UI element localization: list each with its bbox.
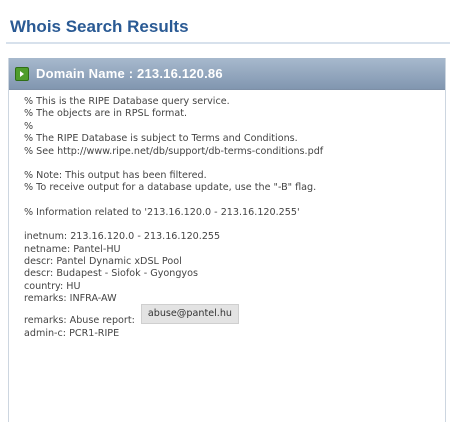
record-descr: descr: Pantel Dynamic xDSL Pool	[24, 256, 182, 268]
domain-header[interactable]: Domain Name : 213.16.120.86	[9, 58, 445, 90]
whois-line: % To receive output for a database updat…	[24, 182, 317, 194]
record-country: country: HU	[24, 280, 81, 292]
whois-page: Whois Search Results Domain Name : 213.1…	[0, 0, 454, 422]
whois-output: % This is the RIPE Database query servic…	[9, 90, 445, 340]
record-netname: netname: Pantel-HU	[24, 243, 121, 255]
title-divider	[6, 42, 450, 44]
abuse-label: remarks: Abuse report:	[24, 315, 135, 327]
expand-arrow-icon[interactable]	[15, 66, 29, 81]
whois-line: %	[24, 120, 34, 132]
abuse-email[interactable]: abuse@pantel.hu	[140, 303, 239, 324]
whois-line: % The RIPE Database is subject to Terms …	[24, 133, 298, 145]
record-admin-c: admin-c: PCR1-RIPE	[24, 327, 120, 339]
whois-line: % Note: This output has been filtered.	[24, 170, 207, 182]
whois-info-line: % Information related to '213.16.120.0 -…	[24, 206, 300, 218]
whois-result-panel: Domain Name : 213.16.120.86 % This is th…	[8, 58, 446, 422]
record-descr: descr: Budapest - Siofok - Gyongyos	[24, 268, 198, 280]
whois-line: % This is the RIPE Database query servic…	[24, 96, 230, 107]
record-inetnum: inetnum: 213.16.120.0 - 213.16.120.255	[24, 231, 221, 243]
whois-line: % See http://www.ripe.net/db/support/db-…	[24, 145, 324, 157]
page-title: Whois Search Results	[10, 17, 189, 36]
whois-line: % The objects are in RPSL format.	[24, 108, 188, 120]
domain-title: Domain Name : 213.16.120.86	[36, 66, 223, 81]
abuse-remarks-row: remarks: Abuse report: abuse@pantel.hu	[24, 303, 445, 328]
